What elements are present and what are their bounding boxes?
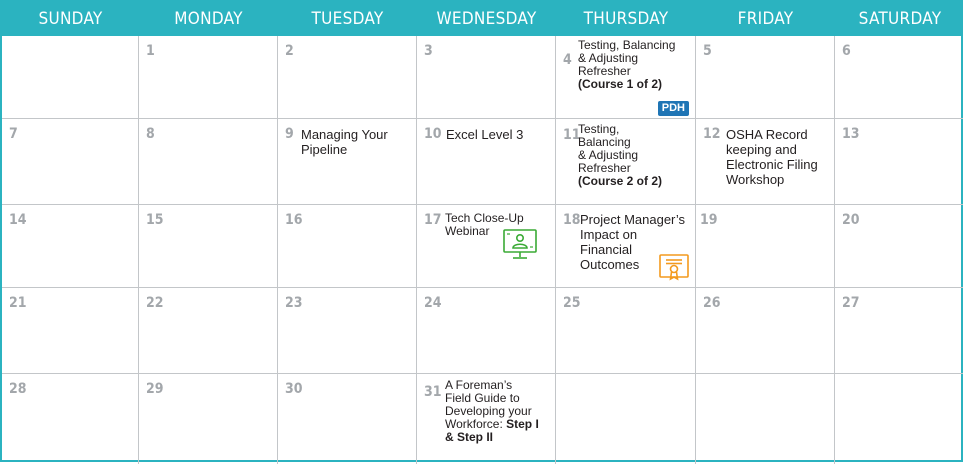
day-number: 31 [424, 384, 442, 400]
day-number: 13 [842, 126, 860, 142]
day-cell: 22 [139, 288, 278, 374]
day-number: 7 [9, 126, 18, 142]
day-number: 12 [703, 126, 721, 142]
header-tuesday: TUESDAY [278, 2, 417, 36]
day-cell: 16 [278, 205, 417, 288]
day-cell: 24 [417, 288, 556, 374]
event-foreman-field-guide[interactable]: A Foreman’s Field Guide to Developing yo… [445, 379, 539, 444]
day-cell: 31 A Foreman’s Field Guide to Developing… [417, 374, 556, 464]
day-number: 4 [563, 52, 572, 68]
day-cell: 1 [139, 36, 278, 119]
day-cell: 15 [139, 205, 278, 288]
header-saturday: SATURDAY [835, 2, 963, 36]
day-number: 8 [146, 126, 155, 142]
day-number: 5 [703, 43, 712, 59]
day-cell: 8 [139, 119, 278, 205]
day-cell: 30 [278, 374, 417, 464]
day-cell: 10 Excel Level 3 [417, 119, 556, 205]
event-tab-refresher-1[interactable]: Testing, Balancing & Adjusting Refresher… [578, 39, 675, 91]
event-excel-level-3[interactable]: Excel Level 3 [446, 127, 523, 142]
day-number: 26 [703, 295, 721, 311]
calendar-grid: SUNDAY MONDAY TUESDAY WEDNESDAY THURSDAY… [0, 0, 963, 464]
day-number: 19 [700, 212, 718, 228]
day-number: 16 [285, 212, 303, 228]
day-cell: 11 Testing, Balancing & Adjusting Refres… [556, 119, 696, 205]
certificate-icon [659, 254, 689, 281]
day-cell: 9 Managing Your Pipeline [278, 119, 417, 205]
day-number: 1 [146, 43, 155, 59]
day-number: 15 [146, 212, 164, 228]
header-friday: FRIDAY [696, 2, 835, 36]
day-number: 17 [424, 212, 442, 228]
event-tab-refresher-2[interactable]: Testing, Balancing & Adjusting Refresher… [578, 123, 662, 188]
day-cell: 27 [835, 288, 963, 374]
day-number: 10 [424, 126, 442, 142]
day-cell: 29 [139, 374, 278, 464]
header-sunday: SUNDAY [2, 2, 139, 36]
event-osha-workshop[interactable]: OSHA Record keeping and Electronic Filin… [726, 127, 818, 187]
day-cell: 7 [2, 119, 139, 205]
day-cell: 21 [2, 288, 139, 374]
day-number: 23 [285, 295, 303, 311]
event-title: Testing, Balancing & Adjusting Refresher [578, 38, 676, 78]
day-number: 25 [563, 295, 581, 311]
header-thursday: THURSDAY [556, 2, 696, 36]
day-number: 20 [842, 212, 860, 228]
day-cell: 26 [696, 288, 835, 374]
day-number: 3 [424, 43, 433, 59]
event-course-label: (Course 2 of 2) [578, 174, 663, 188]
day-number: 29 [146, 381, 164, 397]
day-cell: 20 [835, 205, 963, 288]
day-cell-empty [2, 36, 139, 119]
day-cell: 19 [696, 205, 835, 288]
day-cell: 28 [2, 374, 139, 464]
day-cell-empty [556, 374, 696, 464]
day-number: 2 [285, 43, 294, 59]
day-cell: 17 Tech Close-Up Webinar [417, 205, 556, 288]
day-cell: 6 [835, 36, 963, 119]
day-number: 22 [146, 295, 164, 311]
day-cell: 5 [696, 36, 835, 119]
day-number: 27 [842, 295, 860, 311]
header-monday: MONDAY [139, 2, 278, 36]
day-cell: 18 Project Manager’s Impact on Financial… [556, 205, 696, 288]
event-title: Testing, Balancing & Adjusting Refresher [578, 122, 639, 175]
day-cell: 13 [835, 119, 963, 205]
day-cell: 14 [2, 205, 139, 288]
day-number: 9 [285, 126, 294, 142]
day-cell: 4 Testing, Balancing & Adjusting Refresh… [556, 36, 696, 119]
day-number: 18 [563, 212, 581, 228]
day-cell: 23 [278, 288, 417, 374]
day-cell: 3 [417, 36, 556, 119]
webinar-monitor-icon [503, 229, 537, 259]
day-number: 24 [424, 295, 442, 311]
day-number: 21 [9, 295, 27, 311]
day-cell: 12 OSHA Record keeping and Electronic Fi… [696, 119, 835, 205]
day-number: 28 [9, 381, 27, 397]
day-cell: 25 [556, 288, 696, 374]
day-number: 14 [9, 212, 27, 228]
header-wednesday: WEDNESDAY [417, 2, 556, 36]
event-course-label: (Course 1 of 2) [578, 77, 663, 91]
day-number: 6 [842, 43, 851, 59]
event-managing-pipeline[interactable]: Managing Your Pipeline [301, 127, 388, 157]
day-number: 30 [285, 381, 303, 397]
day-cell-empty [835, 374, 963, 464]
day-cell: 2 [278, 36, 417, 119]
day-cell-empty [696, 374, 835, 464]
pdh-badge: PDH [657, 101, 689, 116]
